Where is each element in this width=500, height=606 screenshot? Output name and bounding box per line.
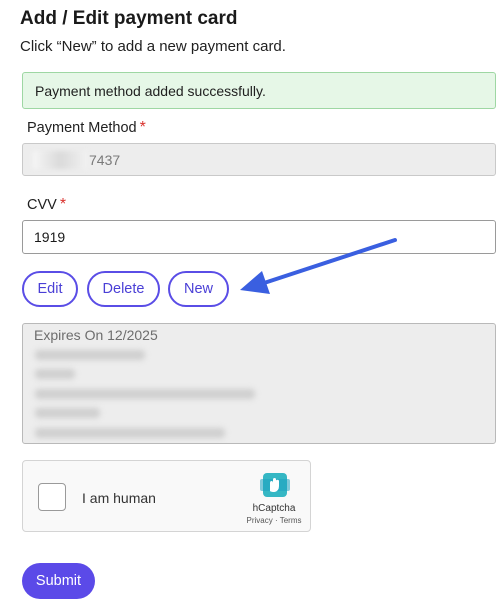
captcha-widget: I am human hCaptcha Privacy · Terms (22, 460, 311, 532)
redacted-line (35, 408, 100, 418)
card-details-box: Expires On 12/2025 (22, 323, 496, 444)
card-last-digits: 7437 (89, 152, 121, 168)
payment-method-label: Payment Method * (27, 119, 146, 137)
payment-method-label-text: Payment Method (27, 120, 137, 136)
success-alert: Payment method added successfully. (22, 72, 496, 109)
captcha-checkbox[interactable] (38, 483, 66, 511)
edit-button[interactable]: Edit (22, 271, 78, 307)
page-title: Add / Edit payment card (20, 8, 238, 29)
delete-button[interactable]: Delete (87, 271, 160, 307)
required-asterisk: * (59, 196, 67, 213)
hcaptcha-logo-icon (260, 473, 290, 497)
redacted-line (35, 350, 145, 360)
card-expiry: Expires On 12/2025 (34, 327, 158, 343)
submit-button[interactable]: Submit (22, 563, 95, 599)
page-subtitle: Click “New” to add a new payment card. (20, 38, 286, 55)
cvv-input[interactable] (22, 220, 496, 254)
new-button[interactable]: New (168, 271, 229, 307)
redacted-line (35, 428, 225, 438)
redacted-line (35, 369, 75, 379)
required-asterisk: * (139, 119, 146, 136)
captcha-label: I am human (82, 490, 156, 506)
captcha-links[interactable]: Privacy · Terms (223, 516, 325, 525)
masked-card-number (33, 151, 88, 169)
cvv-label-text: CVV (27, 197, 57, 213)
payment-method-field[interactable]: 7437 (22, 143, 496, 176)
success-message: Payment method added successfully. (35, 83, 266, 99)
redacted-line (35, 389, 255, 399)
captcha-brand: hCaptcha (252, 503, 296, 514)
cvv-label: CVV * (27, 196, 66, 214)
